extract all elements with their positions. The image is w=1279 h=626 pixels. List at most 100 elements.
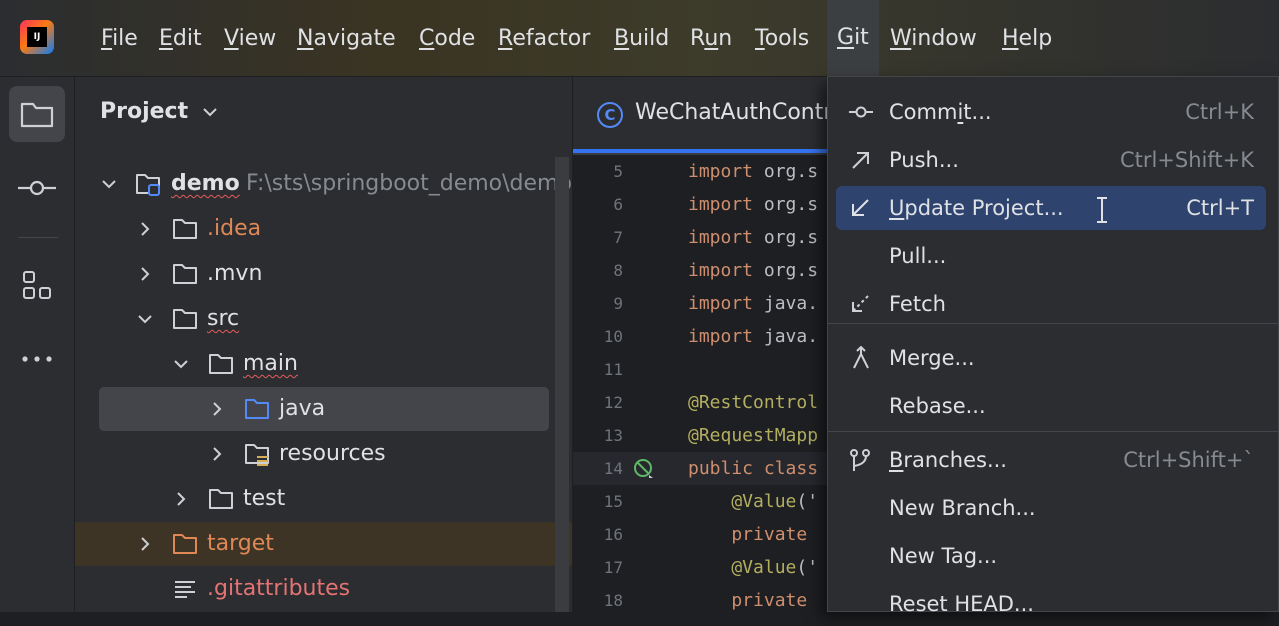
shortcut-hint: Ctrl+T: [1186, 196, 1254, 220]
code-text: import org.s: [688, 155, 818, 188]
code-token: org.s: [753, 260, 819, 281]
line-number: 18: [603, 591, 623, 610]
source-folder-icon: [245, 399, 269, 419]
project-tool-window: Project demo F:\sts\springboot_demo\demo…: [75, 77, 572, 612]
tree-item-resources[interactable]: resources: [75, 432, 550, 476]
code-text: import java.: [688, 287, 818, 320]
folder-icon: [173, 309, 197, 329]
line-number: 11: [603, 360, 623, 379]
code-token: import: [688, 293, 754, 314]
code-token: private: [688, 590, 808, 611]
menu-window[interactable]: Window: [890, 22, 977, 56]
menu-refactor[interactable]: Refactor: [498, 22, 590, 56]
structure-icon[interactable]: [9, 257, 65, 313]
project-folder-icon[interactable]: [9, 86, 65, 142]
folder-icon: [209, 354, 233, 374]
menu-git[interactable]: Git: [827, 0, 879, 76]
folder-icon: [209, 489, 233, 509]
git-menu-item[interactable]: Reset HEAD...: [836, 582, 1266, 626]
code-token: public class: [688, 458, 819, 479]
tree-item-idea[interactable]: .idea: [75, 207, 550, 251]
chevron-down-icon[interactable]: [173, 356, 189, 372]
git-menu-item[interactable]: Branches... Ctrl+Shift+`: [836, 438, 1266, 482]
tree-item-gitattributes[interactable]: .gitattributes: [75, 567, 550, 611]
tree-item-target[interactable]: target: [75, 522, 572, 566]
git-menu-item[interactable]: Push... Ctrl+Shift+K: [836, 138, 1266, 182]
chevron-right-icon[interactable]: [209, 401, 225, 417]
editor-tab[interactable]: C WeChatAuthContr: [573, 77, 833, 153]
code-text: private: [688, 518, 807, 551]
git-menu-item[interactable]: New Branch...: [836, 486, 1266, 530]
more-icon[interactable]: [9, 331, 65, 387]
tree-label: src: [207, 306, 240, 331]
menu-view[interactable]: View: [224, 22, 276, 56]
line-number: 13: [603, 426, 623, 445]
tree-label: target: [207, 531, 274, 556]
line-number: 14: [603, 459, 623, 478]
chevron-right-icon[interactable]: [209, 446, 225, 462]
git-menu-item[interactable]: Commit... Ctrl+K: [836, 90, 1266, 134]
chevron-down-icon[interactable]: [137, 311, 153, 327]
line-number: 5: [613, 162, 623, 181]
git-menu-item[interactable]: Rebase...: [836, 384, 1266, 428]
tree-item-test[interactable]: test: [75, 477, 550, 521]
tree-label: resources: [279, 441, 386, 466]
code-token: (': [796, 491, 819, 512]
git-menu-item-label: Push...: [889, 148, 959, 172]
intellij-logo-icon[interactable]: IJ: [20, 20, 54, 54]
chevron-right-icon[interactable]: [173, 491, 189, 507]
menu-file[interactable]: File: [101, 22, 138, 56]
text-cursor-icon: [1097, 197, 1107, 223]
git-menu-item[interactable]: Merge...: [836, 336, 1266, 380]
class-icon: C: [597, 102, 623, 128]
menu-help[interactable]: Help: [1002, 22, 1052, 56]
git-menu-item-label: Update Project...: [889, 196, 1064, 220]
tree-item-mvn[interactable]: .mvn: [75, 252, 550, 296]
tree-item-main[interactable]: main: [75, 342, 550, 386]
tree-scrollbar[interactable]: [555, 157, 569, 612]
module-folder-icon: [136, 174, 160, 196]
spring-bean-icon[interactable]: [633, 458, 655, 480]
git-menu-item[interactable]: Update Project... Ctrl+T: [836, 186, 1266, 230]
menu-tools[interactable]: Tools: [755, 22, 809, 56]
menu-run[interactable]: Run: [690, 22, 732, 56]
chevron-right-icon[interactable]: [137, 266, 153, 282]
chevron-right-icon[interactable]: [137, 536, 153, 552]
excluded-folder-icon: [173, 534, 197, 554]
menu-code[interactable]: Code: [419, 22, 475, 56]
menu-build[interactable]: Build: [614, 22, 669, 56]
main-menubar: IJ File Edit View Navigate Code Refactor…: [0, 0, 1279, 77]
shortcut-hint: Ctrl+Shift+`: [1123, 448, 1254, 472]
code-token: @Value: [688, 557, 797, 578]
tree-item-demo[interactable]: demo F:\sts\springboot_demo\demo: [75, 162, 572, 206]
git-menu-item-label: New Tag...: [889, 544, 998, 568]
line-number: 8: [613, 261, 623, 280]
code-token: import: [688, 326, 754, 347]
chevron-right-icon[interactable]: [137, 221, 153, 237]
tree-item-src[interactable]: src: [75, 297, 550, 341]
chevron-down-icon[interactable]: [101, 176, 117, 192]
tree-item-java[interactable]: java: [99, 387, 549, 431]
line-number: 15: [603, 492, 623, 511]
folder-icon: [173, 219, 197, 239]
commit-icon[interactable]: [9, 160, 65, 216]
code-text: @RestControl: [688, 386, 818, 419]
code-token: org.s: [753, 194, 819, 215]
resources-folder-icon: [245, 444, 269, 466]
menu-separator: [828, 323, 1279, 324]
git-menu-popup: Commit... Ctrl+K Push... Ctrl+Shift+K Update…: [827, 76, 1279, 616]
git-menu-item-label: Branches...: [889, 448, 1007, 472]
tree-label: .idea: [207, 216, 262, 241]
shortcut-hint: Ctrl+K: [1185, 100, 1254, 124]
fetch-icon: [852, 295, 869, 312]
menu-separator: [828, 431, 1279, 432]
line-number: 16: [603, 525, 623, 544]
git-menu-item[interactable]: New Tag...: [836, 534, 1266, 578]
git-menu-item[interactable]: Pull...: [836, 234, 1266, 278]
code-token: org.s: [753, 161, 819, 182]
git-menu-item[interactable]: Fetch: [836, 282, 1266, 326]
project-panel-title[interactable]: Project: [100, 99, 218, 124]
menu-edit[interactable]: Edit: [159, 22, 202, 56]
menu-navigate[interactable]: Navigate: [297, 22, 396, 56]
editor-tab-label: WeChatAuthContr: [635, 100, 833, 125]
